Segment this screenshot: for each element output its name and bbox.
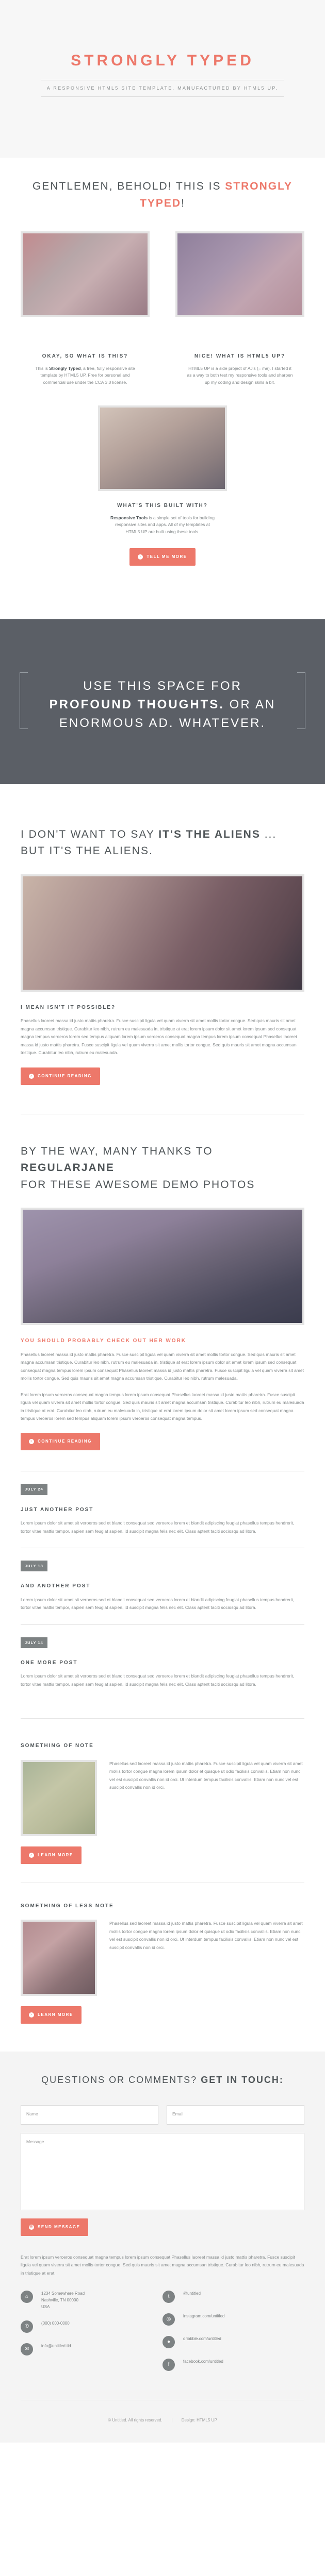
contact-email[interactable]: ✉ info@untitled.tld [21, 2343, 163, 2356]
home-icon: ⌂ [21, 2291, 33, 2303]
post-title[interactable]: JUST ANOTHER POST [21, 1505, 304, 1515]
post-title: I MEAN ISN'T IT POSSIBLE? [21, 1004, 116, 1010]
post-body: Phasellus laoreet massa id justo mattis … [21, 1351, 304, 1381]
post-title: SOMETHING OF NOTE [21, 1743, 94, 1749]
arrow-right-icon: › [138, 554, 143, 560]
post-title: SOMETHING OF LESS NOTE [21, 1903, 114, 1909]
banner-heading: USE THIS SPACE FOR PROFOUND THOUGHTS. OR… [49, 679, 276, 730]
divider [21, 1718, 304, 1719]
contact-instagram[interactable]: ◎ instagram.com/untitled [163, 2313, 304, 2326]
post-image[interactable] [21, 874, 304, 992]
intro-heading: GENTLEMEN, BEHOLD! THIS IS STRONGLY TYPE… [32, 180, 293, 209]
bracket-left [20, 672, 28, 729]
post-title[interactable]: ONE MORE POST [21, 1658, 304, 1668]
date-badge: JULY 14 [21, 1637, 47, 1648]
feature-text: HTML5 UP is a side project of AJ's (= me… [187, 365, 293, 385]
post-body: Lorem ipsum dolor sit amet sit veroeros … [21, 1520, 295, 1534]
divider [21, 1624, 304, 1625]
arrow-right-icon: › [29, 1852, 34, 1858]
post-image[interactable] [21, 1208, 304, 1326]
feature-text: This is Strongly Typed, a free, fully re… [35, 365, 135, 385]
contact-dribbble[interactable]: ● dribbble.com/untitled [163, 2336, 304, 2349]
post-thumbnail[interactable] [21, 1759, 97, 1836]
arrow-right-icon: › [29, 1073, 34, 1079]
media-post: SOMETHING OF NOTE Phasellus sed laoreet … [21, 1741, 304, 1864]
feature-title: OKAY, SO WHAT IS THIS? [42, 353, 128, 360]
bracket-right [297, 672, 305, 729]
instagram-icon: ◎ [163, 2313, 175, 2326]
feature-text: Responsive Tools is a simple set of tool… [110, 515, 215, 535]
envelope-icon: ✉ [29, 2224, 34, 2230]
continue-reading-button[interactable]: › CONTINUE READING [21, 1433, 100, 1451]
contact-facebook[interactable]: f facebook.com/untitled [163, 2359, 304, 2371]
list-item: JULY 24 JUST ANOTHER POST Lorem ipsum do… [21, 1479, 304, 1535]
feature-image[interactable] [98, 405, 227, 492]
site-header: STRONGLY TYPED A RESPONSIVE HTML5 SITE T… [0, 0, 325, 158]
post-thumbnail[interactable] [21, 1920, 97, 1996]
footer-heading: QUESTIONS OR COMMENTS? GET IN TOUCH: [41, 2075, 284, 2086]
footer-text: Erat lorem ipsum veroeros consequat magn… [21, 2254, 304, 2276]
feature-image[interactable] [21, 231, 150, 317]
post-body: Lorem ipsum dolor sit amet sit veroeros … [21, 1597, 295, 1611]
send-message-button[interactable]: ✉ SEND MESSAGE [21, 2218, 89, 2236]
phone-icon: ✆ [21, 2320, 33, 2333]
tell-me-more-button[interactable]: › TELL ME MORE [129, 548, 196, 566]
contact-address: ⌂ 1234 Somewhere Road Nashville, TN 00000 U… [21, 2291, 163, 2310]
post-body: Erat lorem ipsum veroeros consequat magn… [21, 1392, 304, 1421]
post-heading: BY THE WAY, MANY THANKS TO REGULARJANE FO… [21, 1145, 255, 1191]
feature-card: WHAT'S THIS BUILT WITH? Responsive Tools… [98, 405, 227, 535]
divider [41, 96, 284, 97]
date-badge: JULY 24 [21, 1484, 47, 1495]
continue-reading-button[interactable]: › CONTINUE READING [21, 1067, 100, 1085]
main-content: I DON'T WANT TO SAY IT'S THE ALIENS ... B… [0, 826, 325, 2024]
envelope-icon: ✉ [21, 2343, 33, 2356]
design-credit-link[interactable]: Design: HTML5 UP [171, 2418, 217, 2423]
post-body: Phasellus sed laoreet massa id justo mat… [109, 1921, 303, 1950]
contact-info: ⌂ 1234 Somewhere Road Nashville, TN 00000 U… [21, 2291, 304, 2381]
list-item: JULY 18 AND ANOTHER POST Lorem ipsum dol… [21, 1555, 304, 1612]
media-post: SOMETHING OF LESS NOTE Phasellus sed lao… [21, 1902, 304, 2024]
feature-title: WHAT'S THIS BUILT WITH? [117, 503, 208, 509]
arrow-right-icon: › [29, 2012, 34, 2018]
dribbble-icon: ● [163, 2336, 175, 2349]
learn-more-button[interactable]: › LEARN MORE [21, 1846, 82, 1864]
feature-image[interactable] [175, 231, 304, 317]
list-item: JULY 14 ONE MORE POST Lorem ipsum dolor … [21, 1632, 304, 1689]
feature-card: OKAY, SO WHAT IS THIS? This is Strongly … [21, 231, 150, 386]
arrow-right-icon: › [29, 1439, 34, 1445]
email-field[interactable]: Email [167, 2105, 304, 2125]
post-body: Phasellus laoreet massa id justo mattis … [21, 1018, 297, 1056]
contact-phone: ✆ (000) 000-0000 [21, 2320, 163, 2333]
learn-more-button[interactable]: › LEARN MORE [21, 2006, 82, 2024]
post-regularjane: BY THE WAY, MANY THANKS TO REGULARJANE FO… [21, 1143, 304, 1451]
feature-title: NICE! WHAT IS HTML5 UP? [194, 353, 286, 360]
copyright: © Untitled. All rights reserved. Design: … [21, 2400, 304, 2424]
banner: USE THIS SPACE FOR PROFOUND THOUGHTS. OR… [0, 619, 325, 784]
post-title[interactable]: AND ANOTHER POST [21, 1582, 304, 1591]
intro-section: GENTLEMEN, BEHOLD! THIS IS STRONGLY TYPE… [0, 158, 325, 566]
site-tagline: A RESPONSIVE HTML5 SITE TEMPLATE. MANUFA… [46, 85, 279, 91]
twitter-icon: t [163, 2291, 175, 2303]
site-title[interactable]: STRONGLY TYPED [0, 47, 325, 75]
facebook-icon: f [163, 2359, 175, 2371]
post-heading: I DON'T WANT TO SAY IT'S THE ALIENS ... B… [21, 828, 277, 857]
contact-twitter[interactable]: t @untitled [163, 2291, 304, 2303]
feature-card: NICE! WHAT IS HTML5 UP? HTML5 UP is a si… [175, 231, 304, 386]
post-body: Lorem ipsum dolor sit amet sit veroeros … [21, 1673, 295, 1687]
message-field[interactable]: Message [21, 2132, 304, 2210]
date-badge: JULY 18 [21, 1561, 47, 1572]
footer: QUESTIONS OR COMMENTS? GET IN TOUCH: Nam… [0, 2052, 325, 2443]
post-title: YOU SHOULD PROBABLY CHECK OUT HER WORK [21, 1338, 187, 1344]
post-aliens: I DON'T WANT TO SAY IT'S THE ALIENS ... B… [21, 826, 304, 1085]
name-field[interactable]: Name [21, 2105, 158, 2125]
post-body: Phasellus sed laoreet massa id justo mat… [109, 1760, 303, 1790]
